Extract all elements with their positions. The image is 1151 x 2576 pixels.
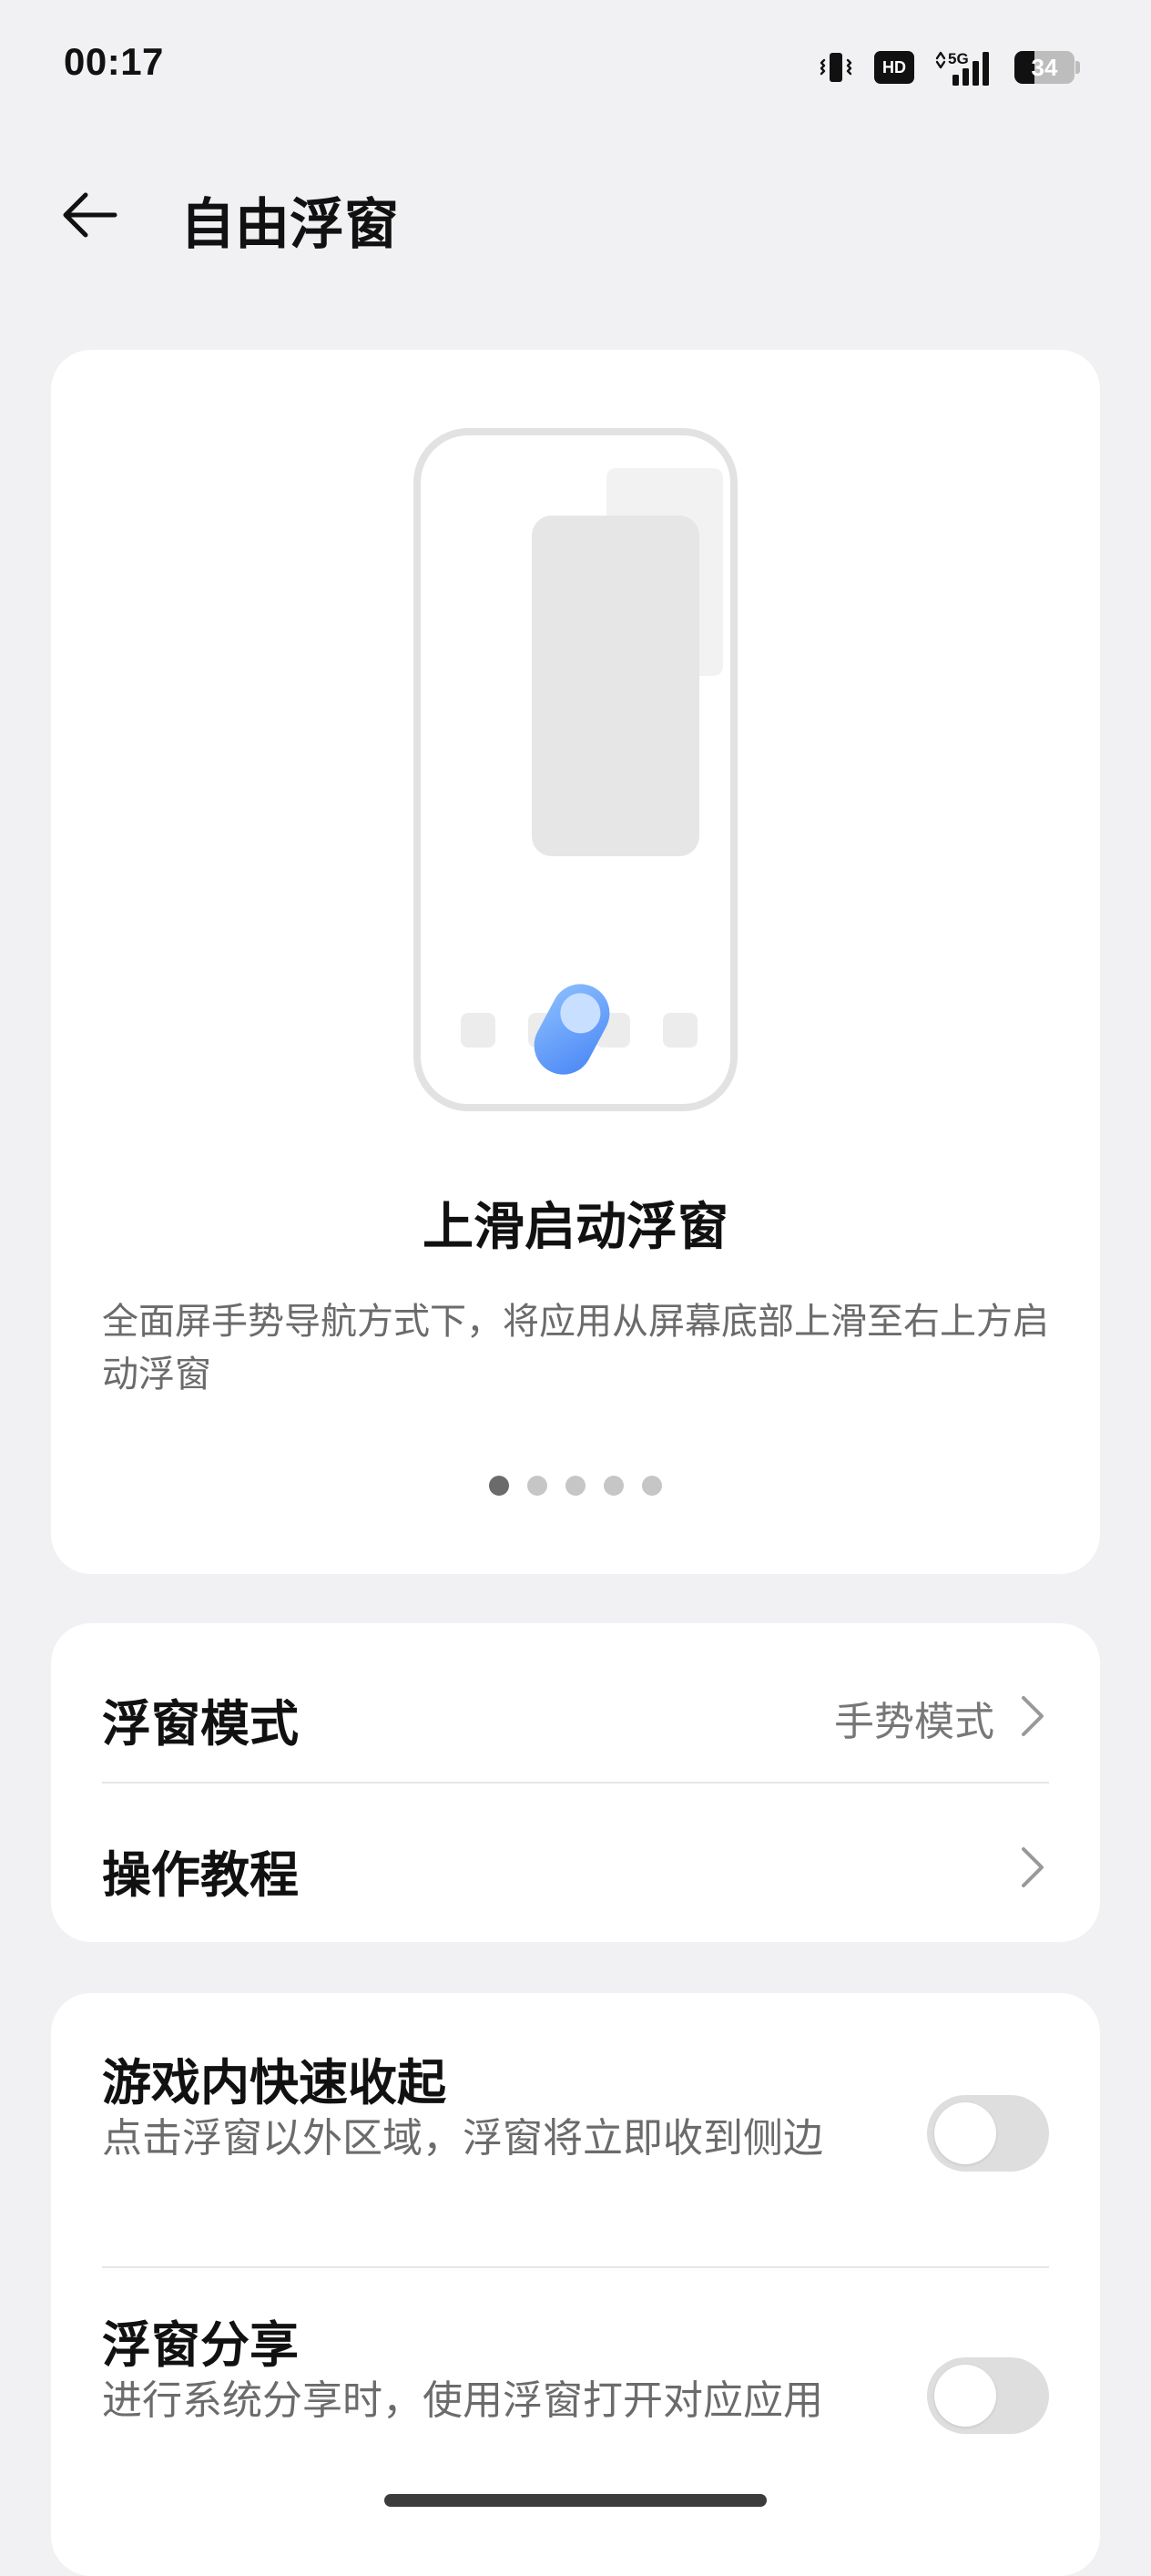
row-label: 浮窗模式 (102, 1695, 299, 1753)
phone-illustration (412, 426, 739, 1119)
caption-description: 全面屏手势导航方式下，将应用从屏幕底部上滑至右上方启动浮窗 (102, 1301, 1049, 1395)
page-title: 自由浮窗 (180, 193, 399, 257)
header: 自由浮窗 (0, 155, 1151, 273)
dock-app-4 (663, 1013, 698, 1048)
battery-level: 34 (1031, 54, 1058, 81)
page-dot[interactable] (527, 1476, 547, 1496)
page-dot[interactable] (642, 1476, 662, 1496)
quick-collapse-title: 游戏内快速收起 (102, 2054, 446, 2111)
battery-icon: 34 (1014, 51, 1080, 84)
divider (102, 2266, 1049, 2268)
page-dot[interactable] (489, 1476, 509, 1496)
row-value: 手势模式 (834, 1699, 994, 1745)
floating-window (532, 516, 699, 856)
float-share-description: 进行系统分享时，使用浮窗打开对应应用 (102, 2377, 823, 2424)
page-dot[interactable] (565, 1476, 586, 1496)
tutorial-row[interactable]: 操作教程 (102, 1829, 1049, 1906)
quick-collapse-toggle[interactable] (927, 2095, 1049, 2172)
settings-nav-card: 浮窗模式 手势模式 操作教程 (51, 1623, 1100, 1942)
hd-icon: HD (874, 51, 914, 84)
chevron-right-icon (1022, 1696, 1044, 1736)
chevron-right-icon (1022, 1847, 1044, 1887)
home-indicator[interactable] (384, 2494, 767, 2507)
tutorial-card[interactable]: 上滑启动浮窗 全面屏手势导航方式下，将应用从屏幕底部上滑至右上方启动浮窗 (51, 350, 1100, 1574)
back-button[interactable] (51, 177, 127, 253)
battery-cap (1075, 61, 1080, 74)
toggle-knob (934, 2365, 996, 2427)
status-time: 00:17 (64, 40, 164, 83)
vibrate-icon (816, 47, 856, 87)
float-share-title: 浮窗分享 (102, 2316, 299, 2374)
row-label: 操作教程 (102, 1846, 299, 1904)
page-indicator[interactable] (51, 1476, 1100, 1496)
signal-5g-icon: 5G (932, 47, 996, 87)
page-dot[interactable] (604, 1476, 624, 1496)
divider (102, 1782, 1049, 1784)
float-share-toggle[interactable] (927, 2357, 1049, 2434)
floating-window-mode-row[interactable]: 浮窗模式 手势模式 (102, 1678, 1049, 1754)
status-icons: HD 5G 34 (816, 47, 1080, 87)
back-arrow-icon (63, 192, 117, 238)
toggle-knob (934, 2102, 996, 2164)
dock-app-1 (461, 1013, 495, 1048)
toggles-card: 游戏内快速收起 点击浮窗以外区域，浮窗将立即收到侧边 浮窗分享 进行系统分享时，… (51, 1993, 1100, 2576)
status-bar: 00:17 HD 5G 34 (0, 0, 1151, 128)
network-label: 5G (948, 50, 969, 67)
caption-title: 上滑启动浮窗 (423, 1198, 728, 1257)
quick-collapse-description: 点击浮窗以外区域，浮窗将立即收到侧边 (102, 2115, 823, 2162)
